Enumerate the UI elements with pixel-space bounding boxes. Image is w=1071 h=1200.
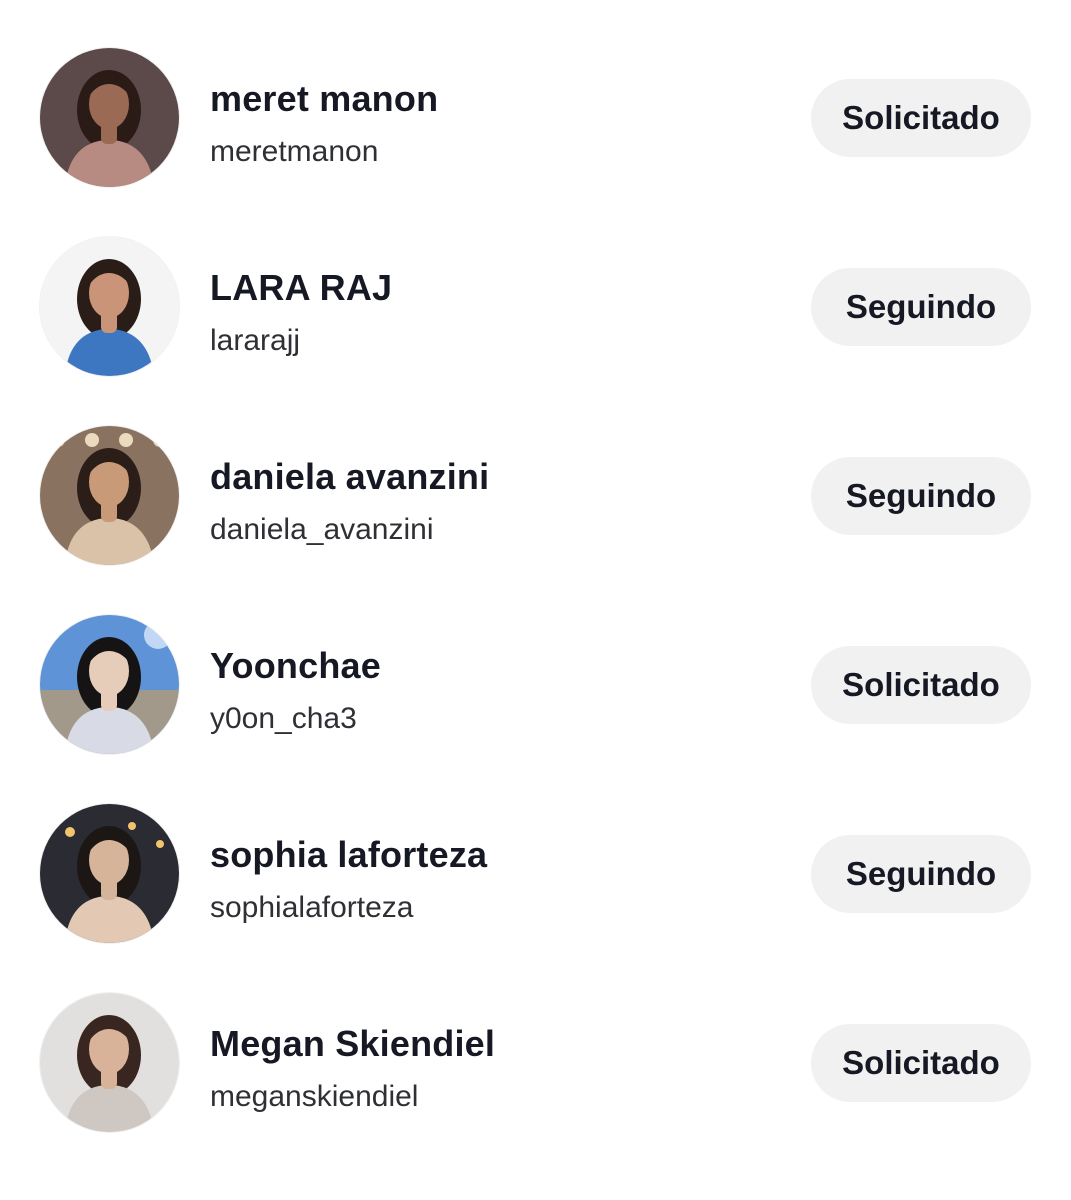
avatar-photo [40, 993, 179, 1132]
avatar[interactable] [40, 804, 179, 943]
display-name[interactable]: Yoonchae [210, 646, 381, 686]
avatar-photo [40, 804, 179, 943]
account-row[interactable]: daniela avanzini daniela_avanzini Seguin… [0, 401, 1071, 590]
avatar[interactable] [40, 48, 179, 187]
follow-status-button[interactable]: Solicitado [811, 646, 1031, 724]
avatar-photo [40, 237, 179, 376]
account-row[interactable]: Yoonchae y0on_cha3 Solicitado [0, 590, 1071, 779]
avatar-photo [40, 615, 179, 754]
username: daniela_avanzini [210, 513, 434, 546]
display-name[interactable]: Megan Skiendiel [210, 1024, 495, 1064]
account-row[interactable]: meret manon meretmanon Solicitado [0, 23, 1071, 212]
avatar[interactable] [40, 993, 179, 1132]
avatar[interactable] [40, 615, 179, 754]
follow-status-button[interactable]: Seguindo [811, 268, 1031, 346]
account-row[interactable]: LARA RAJ lararajj Seguindo [0, 212, 1071, 401]
account-row[interactable]: sophia laforteza sophialaforteza Seguind… [0, 779, 1071, 968]
avatar-photo [40, 426, 179, 565]
username: meganskiendiel [210, 1080, 419, 1113]
follow-status-button[interactable]: Solicitado [811, 79, 1031, 157]
follow-status-button[interactable]: Seguindo [811, 835, 1031, 913]
display-name[interactable]: daniela avanzini [210, 457, 489, 497]
follow-status-button[interactable]: Seguindo [811, 457, 1031, 535]
username: sophialaforteza [210, 891, 414, 924]
avatar-photo [40, 48, 179, 187]
follow-status-button[interactable]: Solicitado [811, 1024, 1031, 1102]
display-name[interactable]: sophia laforteza [210, 835, 487, 875]
username: lararajj [210, 324, 301, 357]
following-list: meret manon meretmanon Solicitado LARA R… [0, 0, 1071, 1200]
account-row[interactable]: Megan Skiendiel meganskiendiel Solicitad… [0, 968, 1071, 1157]
display-name[interactable]: LARA RAJ [210, 268, 392, 308]
display-name[interactable]: meret manon [210, 79, 438, 119]
username: y0on_cha3 [210, 702, 357, 735]
avatar[interactable] [40, 237, 179, 376]
username: meretmanon [210, 135, 379, 168]
avatar[interactable] [40, 426, 179, 565]
